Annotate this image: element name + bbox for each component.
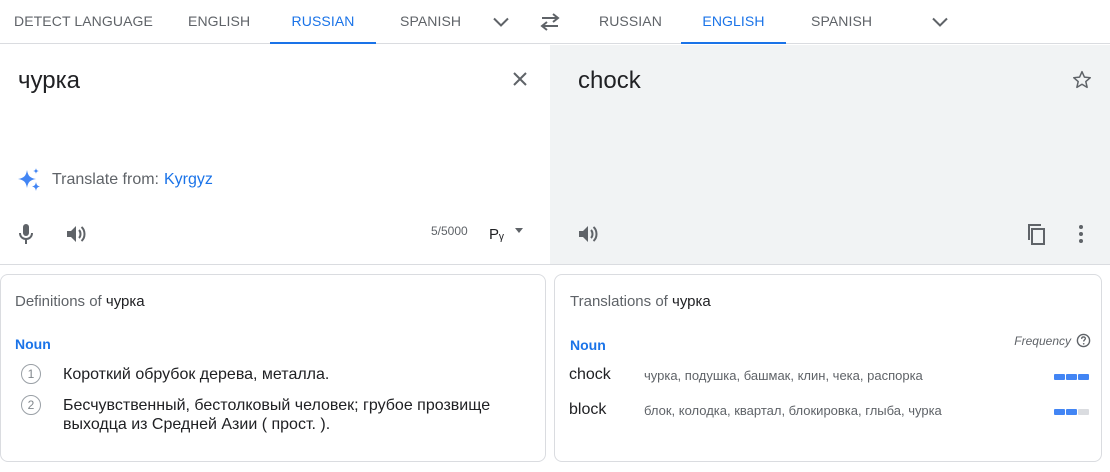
- definition-item: 1 Короткий обрубок дерева, металла.: [21, 364, 513, 384]
- translations-part-of-speech: Noun: [570, 337, 606, 353]
- suggested-language-link[interactable]: Kyrgyz: [164, 171, 213, 189]
- save-translation-button[interactable]: [1068, 65, 1096, 93]
- frequency-bars: [1054, 409, 1089, 415]
- frequency-bar: [1054, 374, 1065, 380]
- definitions-word: чурка: [105, 293, 145, 310]
- microphone-icon: [19, 224, 33, 244]
- more-vert-icon: [1079, 225, 1083, 243]
- translation-row[interactable]: chock чурка, подушка, башмак, клин, чека…: [569, 366, 1089, 386]
- source-text-input[interactable]: чурка: [18, 67, 80, 95]
- tab-source-russian[interactable]: RUSSIAN: [270, 0, 376, 44]
- source-panel: чурка Translate from: Kyrgyz 5/5000 Рᵧ: [0, 45, 550, 265]
- frequency-bar: [1066, 409, 1077, 415]
- swap-icon: [540, 13, 560, 31]
- translations-heading: Translations of чурка: [570, 293, 711, 310]
- chevron-down-icon: [932, 17, 948, 27]
- target-panel: chock: [550, 45, 1110, 265]
- character-count: 5/5000: [431, 224, 468, 238]
- definition-item: 2 Бесчувственный, бестолковый человек; г…: [21, 395, 513, 434]
- listen-source-button[interactable]: [63, 221, 91, 247]
- translation-output: chock: [578, 67, 641, 94]
- close-icon: [513, 72, 527, 86]
- source-language-dropdown[interactable]: [488, 10, 514, 34]
- translations-card: Translations of чурка Noun Frequency cho…: [554, 274, 1102, 462]
- voice-input-button[interactable]: [14, 221, 38, 247]
- speaker-icon: [67, 226, 86, 242]
- translation-row[interactable]: block блок, колодка, квартал, блокировка…: [569, 401, 1089, 421]
- input-tools-button[interactable]: Рᵧ: [486, 221, 532, 247]
- frequency-bars: [1054, 374, 1089, 380]
- frequency-label: Frequency: [1014, 333, 1091, 348]
- star-icon: [1072, 70, 1092, 88]
- definitions-heading: Definitions of чурка: [15, 293, 145, 310]
- frequency-bar: [1078, 409, 1089, 415]
- language-bar: DETECT LANGUAGE ENGLISH RUSSIAN SPANISH …: [0, 0, 1110, 44]
- copy-icon: [1028, 223, 1045, 245]
- definition-number: 1: [21, 364, 41, 384]
- swap-languages-button[interactable]: [536, 10, 564, 34]
- definitions-part-of-speech: Noun: [15, 336, 51, 352]
- clear-source-button[interactable]: [506, 65, 534, 93]
- copy-translation-button[interactable]: [1024, 221, 1050, 247]
- translations-word: чурка: [672, 293, 711, 310]
- definition-number: 2: [21, 395, 41, 415]
- target-language-dropdown[interactable]: [927, 10, 953, 34]
- input-method-label: Рᵧ: [489, 225, 504, 243]
- tab-detect-language[interactable]: DETECT LANGUAGE: [14, 0, 153, 44]
- suggestion-prefix: Translate from:: [52, 171, 159, 188]
- tab-target-spanish[interactable]: SPANISH: [811, 0, 872, 44]
- tab-source-english[interactable]: ENGLISH: [188, 0, 250, 44]
- help-icon[interactable]: [1076, 333, 1091, 348]
- more-options-button[interactable]: [1070, 221, 1092, 247]
- translation-word[interactable]: chock: [569, 366, 611, 384]
- translation-synonyms: чурка, подушка, башмак, клин, чека, расп…: [644, 368, 923, 383]
- frequency-bar: [1078, 374, 1089, 380]
- frequency-bar: [1054, 409, 1065, 415]
- definition-text: Бесчувственный, бестолковый человек; гру…: [63, 397, 491, 433]
- translation-synonyms: блок, колодка, квартал, блокировка, глыб…: [644, 403, 942, 418]
- sparkle-icon: [18, 168, 40, 191]
- definition-text: Короткий обрубок дерева, металла.: [63, 366, 330, 383]
- tab-source-spanish[interactable]: SPANISH: [400, 0, 461, 44]
- translation-word[interactable]: block: [569, 401, 606, 419]
- chevron-down-icon: [493, 17, 509, 27]
- speaker-icon: [579, 226, 598, 242]
- caret-down-icon: [514, 228, 523, 233]
- language-suggestion: Translate from: Kyrgyz: [16, 167, 213, 193]
- listen-translation-button[interactable]: [575, 221, 603, 247]
- definitions-card: Definitions of чурка Noun 1 Короткий обр…: [0, 274, 546, 462]
- frequency-bar: [1066, 374, 1077, 380]
- tab-target-english[interactable]: ENGLISH: [681, 0, 786, 44]
- tab-target-russian[interactable]: RUSSIAN: [599, 0, 662, 44]
